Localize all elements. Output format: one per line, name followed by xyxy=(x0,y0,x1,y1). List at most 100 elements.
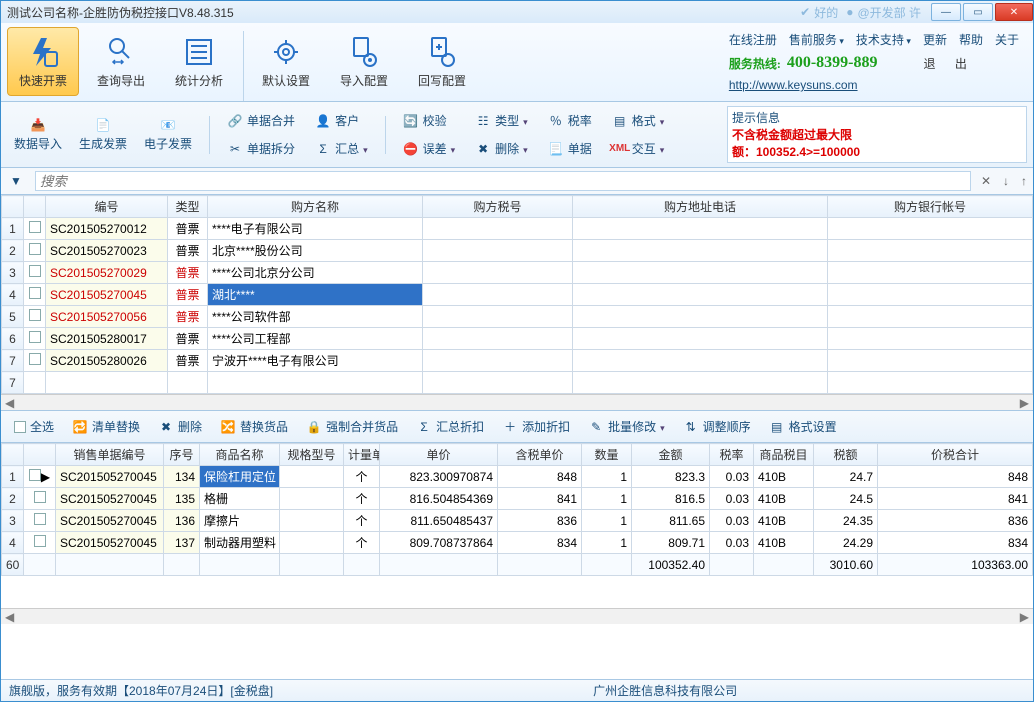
row-checkbox[interactable] xyxy=(29,287,41,299)
ribbon-stats[interactable]: 统计分析 xyxy=(163,27,235,96)
dt-list-replace[interactable]: 🔁清单替换 xyxy=(65,414,147,439)
ribbon-import-config[interactable]: 导入配置 xyxy=(328,27,400,96)
row-checkbox[interactable] xyxy=(29,221,41,233)
table-row[interactable]: 4SC201505270045137制动器用塑料个809.70873786483… xyxy=(2,532,1033,554)
exit-button[interactable]: 退 出 xyxy=(924,55,975,72)
doc-gear-out-icon xyxy=(407,32,477,72)
title-hint-1: ✔ 好的 xyxy=(800,4,838,21)
sum-icon: Σ xyxy=(315,141,331,157)
tb-gen-invoice[interactable]: 📄生成发票 xyxy=(72,113,134,156)
hotline-label: 服务热线: xyxy=(729,55,781,72)
search-input[interactable] xyxy=(35,171,971,191)
col-type[interactable]: 类型 xyxy=(168,196,208,218)
alert-line1: 不含税金额超过最大限 xyxy=(732,126,1022,143)
row-checkbox[interactable] xyxy=(29,469,41,481)
search-up[interactable]: ↑ xyxy=(1015,174,1033,188)
dt-replace-goods[interactable]: 🔀替换货品 xyxy=(213,414,295,439)
row-checkbox[interactable] xyxy=(29,265,41,277)
dt-select-all[interactable]: 全选 xyxy=(7,414,61,439)
tb-customer[interactable]: 👤客户 xyxy=(308,108,375,133)
table-row[interactable]: 3SC201505270029普票****公司北京分公司 xyxy=(2,262,1033,284)
col-buyer-taxno[interactable]: 购方税号 xyxy=(423,196,573,218)
master-hscroll[interactable]: ◀▶ xyxy=(1,394,1033,410)
table-row[interactable]: 6SC201505280017普票****公司工程部 xyxy=(2,328,1033,350)
dt-sum-discount[interactable]: Σ汇总折扣 xyxy=(409,414,491,439)
col-buyer-addr[interactable]: 购方地址电话 xyxy=(573,196,828,218)
link-register[interactable]: 在线注册 xyxy=(729,31,777,48)
dt-batch-edit[interactable]: ✎批量修改 xyxy=(581,414,672,439)
col-id[interactable]: 编号 xyxy=(46,196,168,218)
tb-error[interactable]: ⛔误差 xyxy=(396,136,463,161)
tb-verify[interactable]: 🔄校验 xyxy=(396,108,463,133)
tb-e-invoice[interactable]: 📧电子发票 xyxy=(137,113,199,156)
link-support[interactable]: 技术支持 xyxy=(856,31,911,48)
ribbon-default-settings[interactable]: 默认设置 xyxy=(250,27,322,96)
status-left: 旗舰版，服务有效期【2018年07月24日】[金税盘] xyxy=(9,682,273,699)
dt-reorder[interactable]: ⇅调整顺序 xyxy=(676,414,758,439)
table-row[interactable]: 3SC201505270045136摩擦片个811.65048543783618… xyxy=(2,510,1033,532)
dt-format[interactable]: ▤格式设置 xyxy=(762,414,844,439)
filter-button[interactable]: ▼ xyxy=(1,169,31,193)
col-check[interactable] xyxy=(24,196,46,218)
row-checkbox[interactable] xyxy=(29,353,41,365)
plus-icon: ＋ xyxy=(502,419,518,435)
tb-document[interactable]: 📃单据 xyxy=(541,136,599,161)
col-buyer-bank[interactable]: 购方银行帐号 xyxy=(828,196,1033,218)
tb-format[interactable]: ▤格式 xyxy=(605,108,672,133)
link-update[interactable]: 更新 xyxy=(923,31,947,48)
col-buyer-name[interactable]: 购方名称 xyxy=(208,196,423,218)
tb-merge-doc[interactable]: 🔗单据合并 xyxy=(220,108,302,133)
doc-gear-in-icon xyxy=(329,32,399,72)
tb-xml[interactable]: XML交互 xyxy=(605,136,672,161)
tb-tax-rate[interactable]: ％税率 xyxy=(541,108,599,133)
link-about[interactable]: 关于 xyxy=(995,31,1019,48)
tb-summary[interactable]: Σ汇总 xyxy=(308,136,375,161)
tb-type[interactable]: ☷类型 xyxy=(468,108,535,133)
ribbon-quick-invoice[interactable]: 快速开票 xyxy=(7,27,79,96)
status-company: 广州企胜信息科技有限公司 xyxy=(593,682,737,699)
search-clear[interactable]: ✕ xyxy=(975,174,997,188)
row-checkbox[interactable] xyxy=(29,243,41,255)
row-checkbox[interactable] xyxy=(34,513,46,525)
tb-delete[interactable]: ✖删除 xyxy=(468,136,535,161)
filter-icon: ▼ xyxy=(8,173,24,189)
ribbon-writeback-config[interactable]: 回写配置 xyxy=(406,27,478,96)
link-help[interactable]: 帮助 xyxy=(959,31,983,48)
table-row[interactable]: 4SC201505270045普票湖北**** xyxy=(2,284,1033,306)
table-row[interactable]: 7 xyxy=(2,372,1033,394)
close-button[interactable]: ✕ xyxy=(995,3,1033,21)
table-row[interactable]: 2SC201505270023普票北京****股份公司 xyxy=(2,240,1033,262)
dt-force-merge[interactable]: 🔒强制合并货品 xyxy=(299,414,405,439)
link-presales[interactable]: 售前服务 xyxy=(789,31,844,48)
table-row[interactable]: 5SC201505270056普票****公司软件部 xyxy=(2,306,1033,328)
tb-data-import[interactable]: 📥数据导入 xyxy=(7,113,69,156)
detail-hscroll[interactable]: ◀▶ xyxy=(1,608,1033,624)
search-down[interactable]: ↓ xyxy=(997,174,1015,188)
gen-icon: 📄 xyxy=(95,117,111,133)
dt-delete[interactable]: ✖删除 xyxy=(151,414,209,439)
minimize-button[interactable]: — xyxy=(931,3,961,21)
table-row[interactable]: 1SC201505270012普票****电子有限公司 xyxy=(2,218,1033,240)
col-rownum[interactable] xyxy=(2,196,24,218)
import-icon: 📥 xyxy=(30,117,46,133)
sum-disc-icon: Σ xyxy=(416,419,432,435)
tb-split-doc[interactable]: ✂单据拆分 xyxy=(220,136,302,161)
table-row[interactable]: 7SC201505280026普票宁波开****电子有限公司 xyxy=(2,350,1033,372)
sort-icon: ⇅ xyxy=(683,419,699,435)
table-row[interactable]: 2SC201505270045135格栅个816.504854369841181… xyxy=(2,488,1033,510)
row-checkbox[interactable] xyxy=(29,331,41,343)
secondary-toolbar: 📥数据导入 📄生成发票 📧电子发票 🔗单据合并 ✂单据拆分 👤客户 Σ汇总 🔄校… xyxy=(1,102,1033,168)
dt-add-discount[interactable]: ＋添加折扣 xyxy=(495,414,577,439)
ribbon-query-export[interactable]: 查询导出 xyxy=(85,27,157,96)
row-checkbox[interactable] xyxy=(34,491,46,503)
table-row[interactable]: 1▶SC201505270045134保险杠用定位个823.3009708748… xyxy=(2,466,1033,488)
alert-line2: 额：100352.4>=100000 xyxy=(732,143,1022,160)
row-checkbox[interactable] xyxy=(29,309,41,321)
title-hint-2: ● @开发部 许 xyxy=(846,4,921,21)
row-checkbox[interactable] xyxy=(34,535,46,547)
vendor-url[interactable]: http://www.keysuns.com xyxy=(729,78,858,92)
delete-icon: ✖ xyxy=(475,141,491,157)
maximize-button[interactable]: ▭ xyxy=(963,3,993,21)
goods-icon: 🔀 xyxy=(220,419,236,435)
title-bar: 测试公司名称-企胜防伪税控接口V8.48.315 ✔ 好的 ● @开发部 许 —… xyxy=(1,1,1033,23)
